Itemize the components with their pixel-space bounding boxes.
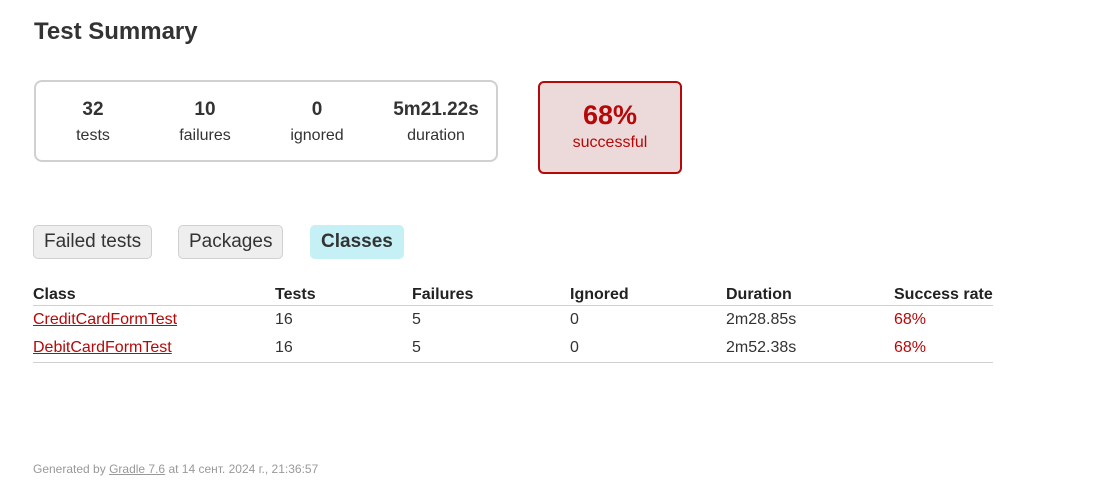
class-cell: CreditCardFormTest bbox=[33, 306, 275, 335]
header-ignored: Ignored bbox=[570, 284, 726, 306]
success-rate-value: 68% bbox=[582, 100, 638, 130]
tests-cell: 16 bbox=[275, 334, 412, 363]
tests-counter: 32 tests bbox=[38, 98, 148, 150]
tests-cell: 16 bbox=[275, 311, 293, 328]
class-cell: DebitCardFormTest bbox=[33, 334, 275, 363]
failures-cell: 5 bbox=[412, 311, 421, 328]
failures-counter: 10 failures bbox=[150, 98, 260, 150]
ignored-cell: 0 bbox=[570, 311, 579, 328]
success-rate-box: 68% successful bbox=[538, 81, 682, 174]
footer: Generated by Gradle 7.6 at 14 сент. 2024… bbox=[33, 462, 318, 476]
tests-label: tests bbox=[76, 127, 110, 144]
footer-timestamp: at 14 сент. 2024 г., 21:36:57 bbox=[165, 462, 319, 476]
tab-classes[interactable]: Classes bbox=[310, 225, 404, 259]
table-row: CreditCardFormTest 16 5 0 2m28.85s 68% bbox=[33, 306, 993, 335]
table-row: DebitCardFormTest 16 5 0 2m52.38s 68% bbox=[33, 334, 993, 363]
duration-label: duration bbox=[407, 127, 465, 144]
ignored-label: ignored bbox=[290, 127, 344, 144]
failures-count: 10 bbox=[194, 99, 216, 120]
success-rate-label: successful bbox=[572, 134, 648, 151]
tab-failed-tests[interactable]: Failed tests bbox=[33, 225, 153, 259]
duration-counter: 5m21.22s duration bbox=[381, 98, 491, 150]
page-title: Test Summary bbox=[34, 18, 198, 45]
classes-table: Class Tests Failures Ignored Duration Su… bbox=[33, 284, 993, 363]
table-header-row: Class Tests Failures Ignored Duration Su… bbox=[33, 284, 993, 306]
header-success-rate: Success rate bbox=[894, 284, 993, 306]
failures-label: failures bbox=[179, 127, 231, 144]
success-rate-cell: 68% bbox=[894, 311, 927, 328]
footer-prefix: Generated by bbox=[33, 462, 110, 476]
gradle-link[interactable]: Gradle 7.6 bbox=[109, 462, 165, 476]
duration-cell: 2m52.38s bbox=[726, 334, 894, 363]
class-link[interactable]: CreditCardFormTest bbox=[33, 311, 177, 328]
class-link[interactable]: DebitCardFormTest bbox=[33, 339, 172, 356]
ignored-count: 0 bbox=[311, 99, 323, 120]
summary-counters: 32 tests 10 failures 0 ignored 5m21.22s … bbox=[34, 80, 498, 162]
tests-count: 32 bbox=[82, 99, 104, 120]
ignored-counter: 0 ignored bbox=[262, 98, 372, 150]
ignored-cell: 0 bbox=[570, 334, 726, 363]
tab-packages[interactable]: Packages bbox=[178, 225, 284, 259]
failures-cell: 5 bbox=[412, 334, 570, 363]
header-class: Class bbox=[33, 284, 275, 306]
duration-value: 5m21.22s bbox=[393, 99, 479, 120]
header-duration: Duration bbox=[726, 284, 894, 306]
header-failures: Failures bbox=[412, 284, 570, 306]
header-tests: Tests bbox=[275, 284, 412, 306]
duration-cell: 2m28.85s bbox=[726, 311, 797, 328]
success-rate-cell: 68% bbox=[894, 334, 993, 363]
